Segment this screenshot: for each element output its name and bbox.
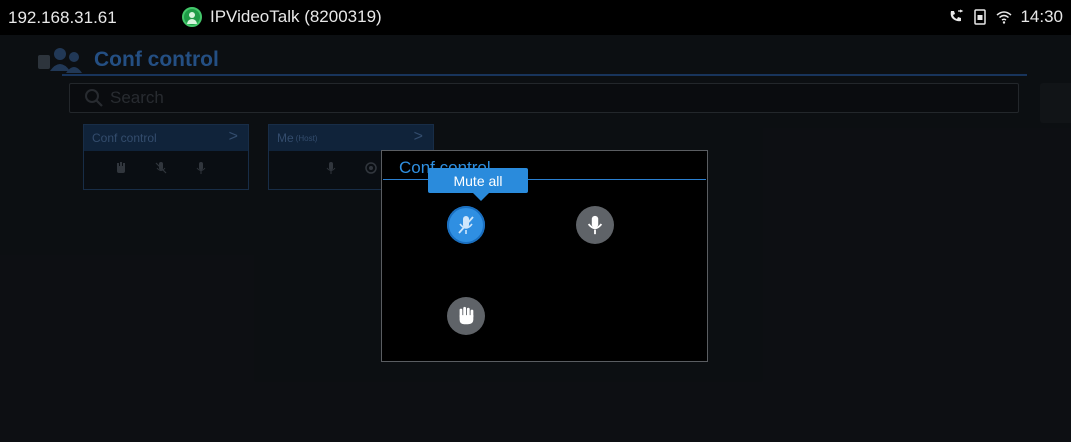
mute-all-tooltip: Mute all (428, 168, 528, 193)
page-title: Conf control (94, 48, 219, 71)
card-label: Me (277, 131, 294, 145)
header-divider (62, 74, 1027, 76)
sim-icon (974, 9, 987, 25)
mute-all-button[interactable] (447, 206, 485, 244)
app-label: IPVideoTalk (8200319) (210, 7, 382, 26)
page-header: Conf control (36, 44, 219, 76)
card-sublabel: (Host) (295, 133, 318, 143)
call-icon (951, 9, 964, 22)
app-indicator: IPVideoTalk (8200319) (182, 6, 382, 28)
wifi-icon (996, 11, 1012, 24)
status-icons: 14:30 (948, 7, 1063, 27)
camera-icon[interactable] (364, 161, 378, 175)
search-icon (85, 89, 103, 107)
mic-icon (587, 215, 603, 235)
search-input[interactable] (110, 88, 1010, 108)
tooltip-text: Mute all (453, 172, 503, 189)
mic-icon[interactable] (324, 161, 338, 175)
unmute-all-button[interactable] (576, 206, 614, 244)
mic-muted-icon[interactable] (154, 161, 168, 175)
card-header: Me (Host) > (269, 125, 433, 151)
conference-screen: 192.168.31.61 IPVideoTalk (8200319) 14:3… (0, 0, 1071, 442)
hand-icon[interactable] (114, 161, 128, 175)
card-actions (84, 151, 248, 175)
search-box[interactable] (69, 83, 1019, 113)
card-label: Conf control (92, 131, 157, 145)
ip-address: 192.168.31.61 (8, 8, 117, 27)
app-user-icon (182, 7, 202, 27)
conference-icon (38, 48, 82, 73)
mic-muted-icon (458, 216, 474, 234)
tooltip-arrow (473, 193, 489, 201)
status-bar: 192.168.31.61 IPVideoTalk (8200319) 14:3… (0, 0, 1071, 35)
conf-control-card[interactable]: Conf control > (83, 124, 249, 190)
mic-icon[interactable] (194, 161, 208, 175)
chevron-right-icon: > (228, 128, 238, 145)
card-header: Conf control > (84, 125, 248, 151)
raise-hand-button[interactable] (447, 297, 485, 335)
side-panel-toggle[interactable] (1040, 83, 1071, 123)
chevron-right-icon: > (413, 128, 423, 145)
clock: 14:30 (1020, 7, 1063, 26)
hand-icon (459, 306, 474, 325)
